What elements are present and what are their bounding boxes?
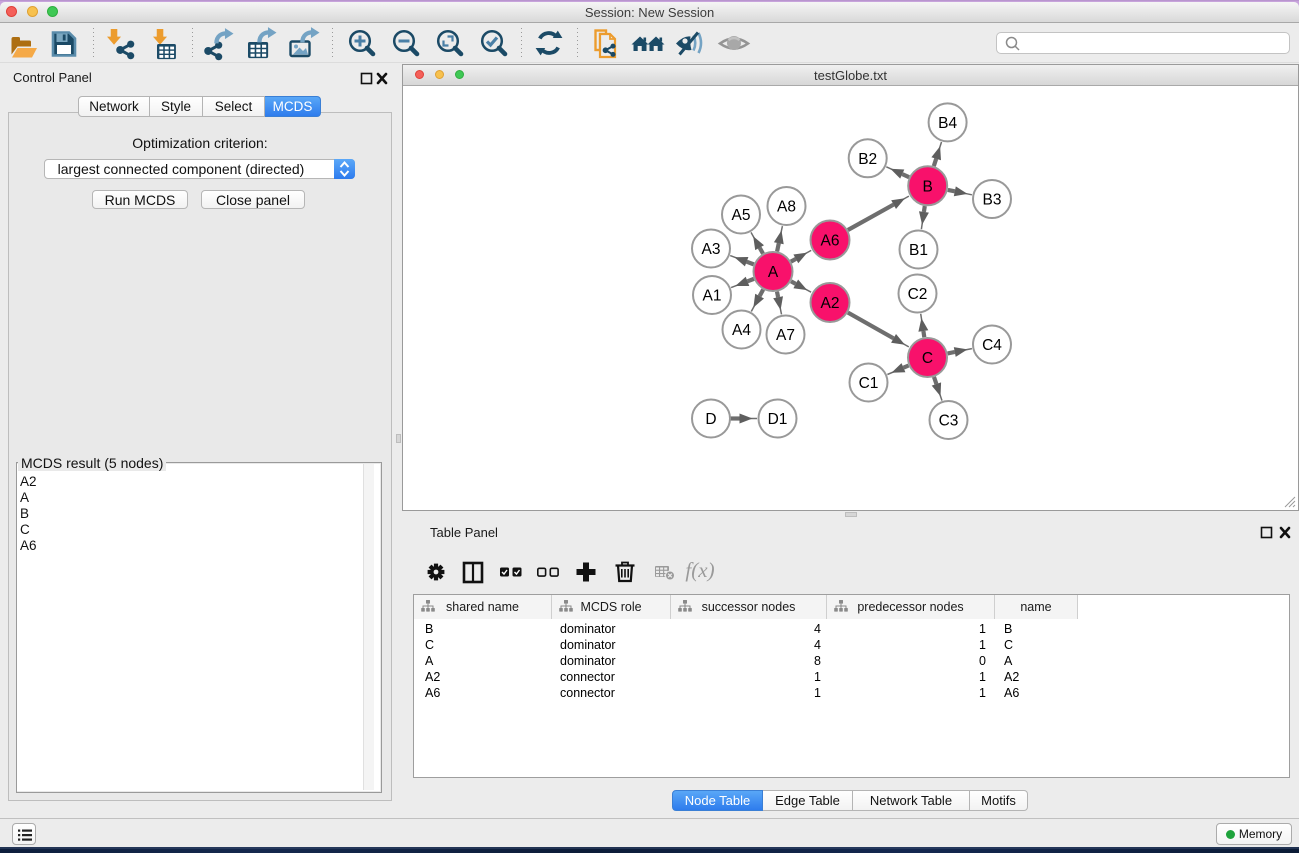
- svg-text:B1: B1: [909, 242, 928, 259]
- svg-text:D1: D1: [768, 411, 788, 428]
- svg-text:C1: C1: [859, 375, 879, 392]
- svg-text:B: B: [923, 178, 933, 195]
- svg-text:C3: C3: [939, 413, 959, 430]
- svg-text:A2: A2: [821, 295, 840, 312]
- svg-text:A: A: [768, 264, 779, 281]
- svg-text:A3: A3: [702, 241, 721, 258]
- svg-text:D: D: [705, 411, 716, 428]
- svg-text:A5: A5: [732, 207, 751, 224]
- svg-text:B3: B3: [983, 192, 1002, 209]
- svg-text:A7: A7: [776, 327, 795, 344]
- svg-text:C: C: [922, 350, 933, 367]
- svg-text:A1: A1: [703, 288, 722, 305]
- svg-text:C2: C2: [908, 286, 928, 303]
- svg-text:B2: B2: [858, 151, 877, 168]
- svg-text:C4: C4: [982, 337, 1002, 354]
- svg-text:B4: B4: [938, 115, 957, 132]
- svg-text:A4: A4: [732, 322, 751, 339]
- svg-text:A6: A6: [821, 233, 840, 250]
- svg-text:A8: A8: [777, 199, 796, 216]
